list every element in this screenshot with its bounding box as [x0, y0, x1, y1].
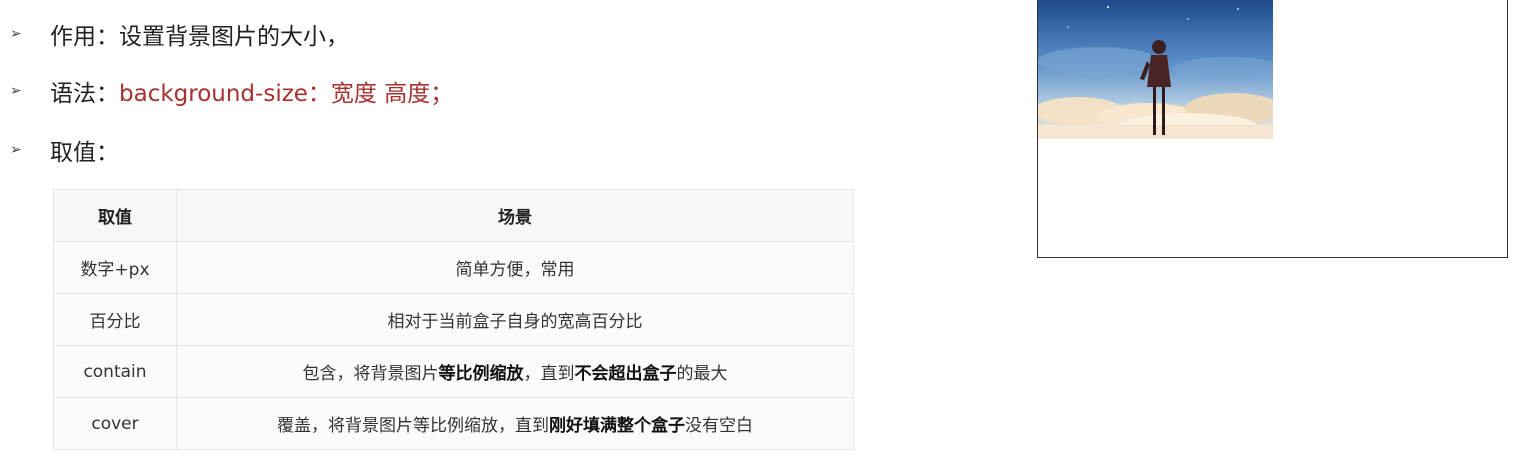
arrow-bullet-icon: ➢ — [10, 26, 22, 42]
bullet-purpose-text: 作用：设置背景图片的大小， — [50, 24, 349, 50]
anime-sky-girl-image — [1038, 0, 1273, 139]
arrow-bullet-icon: ➢ — [10, 83, 22, 99]
scene-bold-text: 等比例缩放 — [438, 364, 524, 384]
scene-bold-text: 刚好填满整个盒子 — [549, 416, 685, 436]
scene-text: 相对于当前盒子自身的宽高百分比 — [387, 312, 643, 332]
bullet-values-text: 取值： — [50, 140, 119, 166]
header-scene: 场景 — [176, 189, 854, 242]
cell-value: 数字+px — [53, 241, 177, 294]
bullet-syntax: ➢ 语法： background-size：宽度 高度； — [8, 69, 453, 113]
scene-text: 覆盖，将背景图片等比例缩放，直到 — [277, 416, 549, 436]
cell-value: contain — [53, 345, 177, 398]
slide: ➢ 作用：设置背景图片的大小， ➢ 语法： background-size：宽度… — [0, 0, 1515, 467]
scene-text: 的最大 — [676, 364, 728, 384]
cell-scene: 相对于当前盒子自身的宽高百分比 — [176, 293, 854, 346]
scene-bold-text: 不会超出盒子 — [574, 364, 677, 384]
scene-text: ，直到 — [523, 364, 575, 384]
table-row: contain 包含，将背景图片等比例缩放，直到不会超出盒子的最大 — [53, 345, 854, 398]
bullet-purpose: ➢ 作用：设置背景图片的大小， — [8, 12, 349, 56]
cell-value: cover — [53, 397, 177, 450]
table-row: 百分比 相对于当前盒子自身的宽高百分比 — [53, 293, 854, 346]
scene-text: 包含，将背景图片 — [302, 364, 439, 384]
cell-value: 百分比 — [53, 293, 177, 346]
demo-box — [1037, 0, 1508, 258]
arrow-bullet-icon: ➢ — [10, 142, 22, 158]
scene-text: 简单方便，常用 — [455, 260, 575, 280]
cell-scene: 覆盖，将背景图片等比例缩放，直到刚好填满整个盒子没有空白 — [176, 397, 854, 450]
bullet-values: ➢ 取值： — [8, 128, 119, 172]
table-row: 数字+px 简单方便，常用 — [53, 241, 854, 294]
bullet-syntax-label: 语法： — [50, 81, 119, 107]
header-value: 取值 — [53, 189, 177, 242]
cell-scene: 简单方便，常用 — [176, 241, 854, 294]
cell-scene: 包含，将背景图片等比例缩放，直到不会超出盒子的最大 — [176, 345, 854, 398]
syntax-code: background-size：宽度 高度； — [119, 81, 454, 107]
values-table: 取值 场景 数字+px 简单方便，常用 百分比 相对于当前盒子自身的宽高百分比 … — [53, 189, 854, 450]
scene-text: 没有空白 — [685, 416, 753, 436]
table-header-row: 取值 场景 — [53, 189, 854, 242]
table-row: cover 覆盖，将背景图片等比例缩放，直到刚好填满整个盒子没有空白 — [53, 397, 854, 450]
